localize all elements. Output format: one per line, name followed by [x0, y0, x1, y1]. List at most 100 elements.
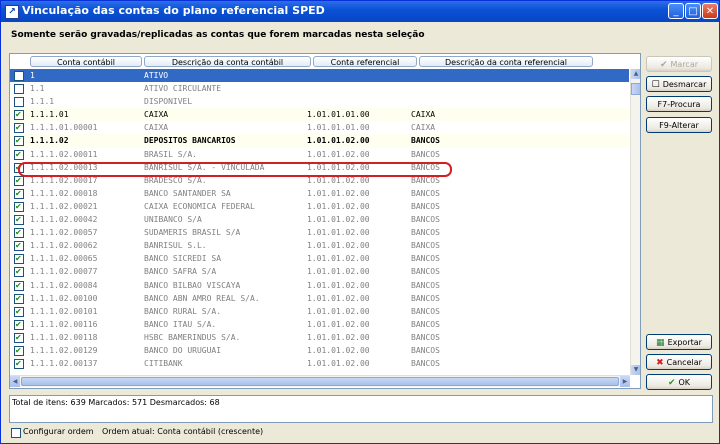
cell-descricao-ref: BANCOS [411, 162, 440, 172]
cell-conta-ref: 1.01.01.02.00 [307, 293, 370, 303]
table-row[interactable]: 1.1.1.02.00057 SUDAMERIS BRASIL S/A 1.01.0… [10, 226, 629, 239]
table-row[interactable]: 1.1.1.02.00021 CAIXA ECONOMICA FEDERAL 1.0… [10, 200, 629, 213]
horizontal-scrollbar[interactable]: ◀ ▶ [10, 375, 630, 387]
cancel-x-icon: ✖ [656, 358, 664, 368]
ok-button[interactable]: ✔ OK [646, 374, 712, 390]
cell-descricao: DEPOSITOS BANCARIOS [144, 136, 236, 146]
table-row[interactable]: 1.1.1.01.00001 CAIXA 1.01.01.01.00 CAIXA [10, 121, 629, 134]
row-checkbox[interactable] [14, 265, 24, 278]
scroll-right-icon[interactable]: ▶ [620, 376, 630, 387]
ordem-atual-text: Ordem atual: Conta contábil (crescente) [102, 427, 264, 436]
accounts-grid[interactable]: Conta contábil Descrição da conta contáb… [9, 53, 641, 389]
table-row[interactable]: 1.1.1 DISPONIVEL [10, 95, 629, 108]
cell-descricao-ref: BANCOS [411, 201, 440, 211]
scroll-down-icon[interactable]: ▼ [631, 365, 640, 375]
cell-descricao: CAIXA ECONOMICA FEDERAL [144, 201, 255, 211]
table-row[interactable]: 1.1.1.02.00118 HSBC BAMERINDUS S/A. 1.01.0… [10, 331, 629, 344]
table-row[interactable]: 1.1.1.02.00084 BANCO BILBAO VISCAYA 1.01.0… [10, 279, 629, 292]
table-row[interactable]: 1.1.1.02.00101 BANCO RURAL S/A. 1.01.01.02… [10, 305, 629, 318]
title-bar[interactable]: ↗ Vinculação das contas do plano referen… [1, 1, 719, 22]
table-row[interactable]: 1.1.1.02.00042 UNIBANCO S/A 1.01.01.02.00 B… [10, 213, 629, 226]
row-checkbox[interactable] [14, 200, 24, 213]
table-row[interactable]: 1.1.1.02.00077 BANCO SAFRA S/A 1.01.01.02.… [10, 265, 629, 278]
scroll-up-icon[interactable]: ▲ [631, 69, 640, 79]
row-checkbox[interactable] [14, 174, 24, 187]
row-checkbox[interactable] [14, 84, 24, 95]
table-row[interactable]: 1.1.1.02.00116 BANCO ITAU S/A. 1.01.01.02.… [10, 318, 629, 331]
configurar-ordem-checkbox[interactable] [11, 428, 21, 438]
cell-descricao: BANCO DO URUGUAI [144, 345, 222, 355]
table-row[interactable]: 1.1.1.02.00065 BANCO SICREDI SA 1.01.01.02… [10, 252, 629, 265]
table-row[interactable]: 1.1.1.02.00137 CITIBANK 1.01.01.02.00 BANCO… [10, 357, 629, 370]
row-checkbox[interactable] [14, 331, 24, 344]
cell-descricao-ref: BANCOS [411, 175, 440, 185]
instruction-text: Somente serão gravadas/replicadas as con… [11, 30, 425, 40]
cancelar-button[interactable]: ✖ Cancelar [646, 354, 712, 370]
row-checkbox[interactable] [14, 239, 24, 252]
cell-descricao-ref: CAIXA [411, 123, 436, 133]
row-checkbox[interactable] [14, 318, 24, 331]
row-checkbox[interactable] [14, 187, 24, 200]
cell-conta-ref: 1.01.01.02.00 [307, 254, 370, 264]
desmarcar-label: Desmarcar [662, 80, 707, 89]
row-checkbox[interactable] [14, 344, 24, 357]
cell-conta: 1.1.1.02.00021 [30, 201, 98, 211]
cell-descricao-ref: CAIXA [411, 110, 436, 120]
cell-conta: 1.1.1.02.00101 [30, 306, 98, 316]
row-checkbox[interactable] [14, 134, 24, 147]
row-checkbox[interactable] [14, 213, 24, 226]
row-checkbox[interactable] [14, 97, 24, 108]
row-checkbox[interactable] [14, 357, 24, 370]
table-row[interactable]: 1.1.1.02.00062 BANRISUL S.L. 1.01.01.02.00… [10, 239, 629, 252]
column-header-conta-ref[interactable]: Conta referencial [313, 56, 417, 67]
table-row[interactable]: 1.1.1.02.00013 BANRISUL S/A. - VINCULADA 1… [10, 161, 629, 174]
cell-conta-ref: 1.01.01.02.00 [307, 332, 370, 342]
table-row[interactable]: 1.1.1.02.00129 BANCO DO URUGUAI 1.01.01.02… [10, 344, 629, 357]
table-row[interactable]: 1.1.1.02.00017 BRADESCO S/A. 1.01.01.02.00… [10, 174, 629, 187]
status-panel: Total de itens: 639 Marcados: 571 Desmar… [9, 395, 713, 423]
row-checkbox[interactable] [14, 226, 24, 239]
cell-descricao: CAIXA [144, 110, 169, 120]
maximize-button[interactable]: □ [685, 3, 701, 19]
row-checkbox[interactable] [14, 292, 24, 305]
column-header-descricao[interactable]: Descrição da conta contábil [144, 56, 311, 67]
table-row[interactable]: 1 ATIVO [10, 69, 629, 83]
close-button[interactable]: ✕ [702, 3, 718, 19]
vertical-scrollbar[interactable]: ▲ ▼ [630, 69, 640, 375]
column-header-descricao-ref[interactable]: Descrição da conta referencial [419, 56, 593, 67]
exportar-button[interactable]: ▦ Exportar [646, 334, 712, 350]
row-checkbox[interactable] [14, 108, 24, 121]
table-row[interactable]: 1.1.1.02 DEPOSITOS BANCARIOS 1.01.01.02.00… [10, 134, 629, 148]
row-checkbox[interactable] [14, 148, 24, 161]
desmarcar-button[interactable]: ☐ Desmarcar [646, 76, 712, 92]
cell-conta-ref: 1.01.01.02.00 [307, 136, 370, 146]
dialog-window: ↗ Vinculação das contas do plano referen… [0, 0, 720, 444]
cell-descricao-ref: BANCOS [411, 267, 440, 277]
row-checkbox[interactable] [14, 161, 24, 174]
table-row[interactable]: 1.1 ATIVO CIRCULANTE [10, 82, 629, 95]
row-checkbox[interactable] [14, 71, 24, 81]
grid-rows: 1 ATIVO 1.1 ATIVO CIRCULANTE 1.1.1 DISPONIVEL… [10, 69, 629, 370]
table-row[interactable]: 1.1.1.02.00018 BANCO SANTANDER SA 1.01.01.… [10, 187, 629, 200]
cell-descricao: UNIBANCO S/A [144, 215, 202, 225]
cell-descricao: BRASIL S/A. [144, 149, 197, 159]
table-row[interactable]: 1.1.1.02.00011 BRASIL S/A. 1.01.01.02.00 BA… [10, 148, 629, 161]
procura-button[interactable]: F7-Procura [646, 96, 712, 112]
scroll-left-icon[interactable]: ◀ [10, 376, 20, 387]
scroll-thumb[interactable] [631, 83, 640, 95]
configurar-ordem-label[interactable]: Configurar ordem [23, 427, 94, 436]
row-checkbox[interactable] [14, 121, 24, 134]
table-row[interactable]: 1.1.1.01 CAIXA 1.01.01.01.00 CAIXA [10, 108, 629, 122]
minimize-button[interactable]: _ [668, 3, 684, 19]
marcar-button[interactable]: ✔ Marcar [646, 56, 712, 72]
table-row[interactable]: 1.1.1.02.00100 BANCO ABN AMRO REAL S/A. 1.… [10, 292, 629, 305]
hscroll-thumb[interactable] [21, 377, 619, 386]
row-checkbox[interactable] [14, 279, 24, 292]
alterar-button[interactable]: F9-Alterar [646, 117, 712, 133]
row-checkbox[interactable] [14, 305, 24, 318]
cell-conta-ref: 1.01.01.02.00 [307, 175, 370, 185]
cell-descricao-ref: BANCOS [411, 332, 440, 342]
row-checkbox[interactable] [14, 252, 24, 265]
column-header-conta[interactable]: Conta contábil [30, 56, 142, 67]
status-text: Total de itens: 639 Marcados: 571 Desmar… [12, 398, 220, 407]
